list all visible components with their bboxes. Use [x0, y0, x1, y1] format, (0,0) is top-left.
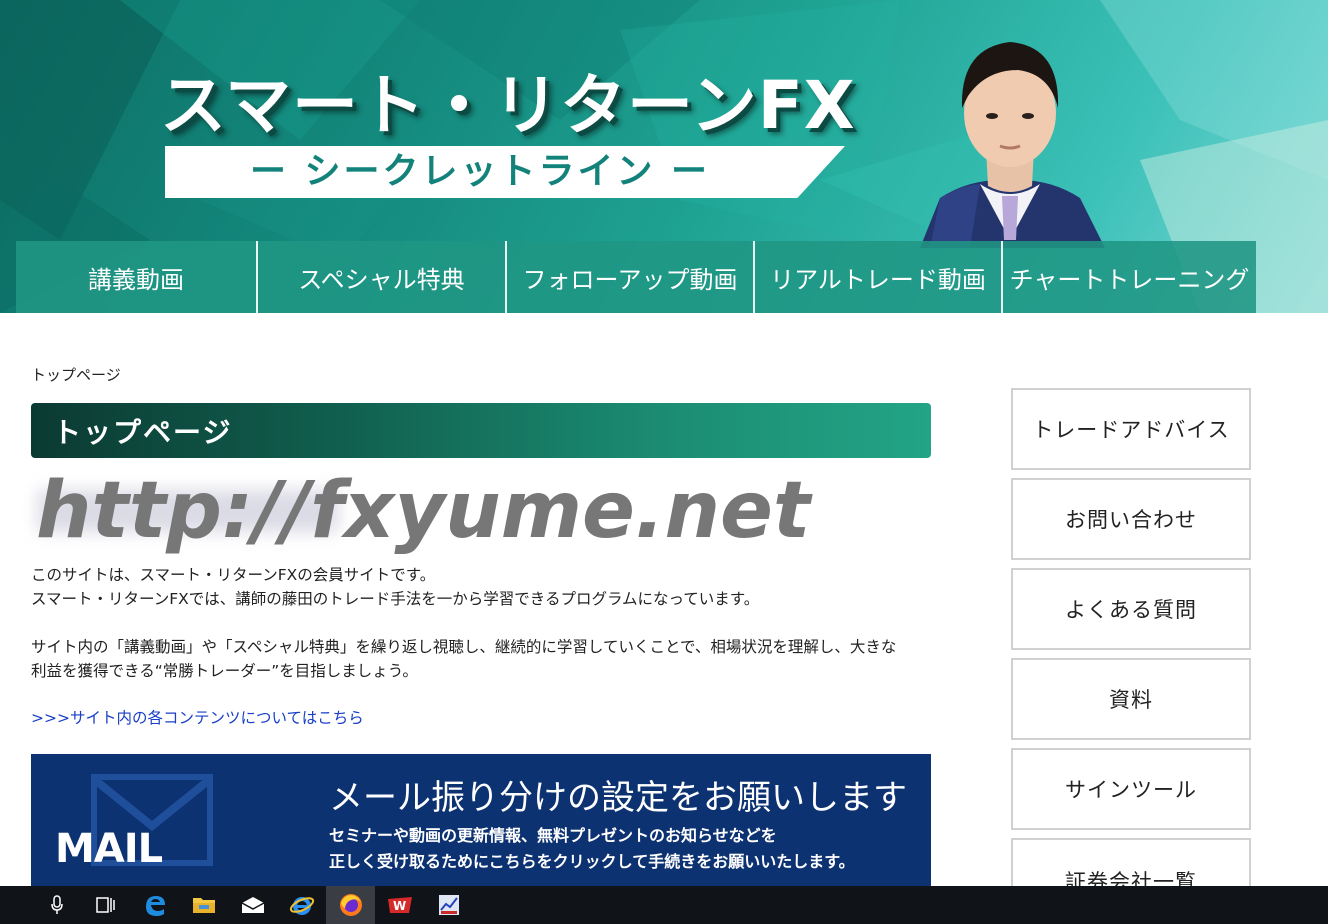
- nav-item-followup-videos[interactable]: フォローアップ動画: [507, 241, 755, 313]
- sidebar-item-faq[interactable]: よくある質問: [1011, 568, 1251, 650]
- nav-item-realtrade-videos[interactable]: リアルトレード動画: [755, 241, 1003, 313]
- nav-item-label: チャートトレーニング: [1009, 265, 1250, 294]
- mail-icon[interactable]: [228, 886, 277, 924]
- site-subtitle-band: ー シークレットライン ー: [165, 146, 845, 198]
- app-chart-icon[interactable]: [424, 886, 473, 924]
- nav-item-special-bonus[interactable]: スペシャル特典: [258, 241, 507, 313]
- page-title: トップページ: [53, 416, 233, 449]
- site-title-wrap: スマート・リターンFX: [160, 52, 860, 148]
- sidebar-item-label: お問い合わせ: [1065, 508, 1197, 532]
- main-nav: 講義動画 スペシャル特典 フォローアップ動画 リアルトレード動画 チャートトレー…: [16, 241, 1256, 313]
- sidebar-item-label: よくある質問: [1065, 598, 1197, 622]
- sidebar-item-trade-advice[interactable]: トレードアドバイス: [1011, 388, 1251, 470]
- nav-item-label: 講義動画: [88, 265, 184, 294]
- sidebar-item-label: トレードアドバイス: [1032, 418, 1230, 442]
- task-view-icon[interactable]: [81, 886, 130, 924]
- sidebar-item-label: サインツール: [1065, 778, 1197, 802]
- instructor-photo: [920, 42, 1105, 248]
- svg-text:W: W: [393, 899, 406, 913]
- nav-item-chart-training[interactable]: チャートトレーニング: [1003, 241, 1256, 313]
- intro-line-1: このサイトは、スマート・リターンFXの会員サイトです。: [31, 566, 436, 584]
- contents-info-link[interactable]: >>>サイト内の各コンテンツについてはこちら: [31, 706, 364, 728]
- sidebar-item-label: 資料: [1109, 688, 1153, 712]
- watermark-text: http://fxyume.net: [36, 466, 811, 556]
- nav-item-label: リアルトレード動画: [770, 265, 986, 294]
- firefox-icon[interactable]: [326, 886, 375, 924]
- site-title[interactable]: スマート・リターンFX: [160, 52, 860, 148]
- site-subtitle: ー シークレットライン ー: [249, 151, 711, 192]
- mail-banner-desc-2: 正しく受け取るためにこちらをクリックして手続きをお願いいたします。: [329, 852, 855, 871]
- nav-item-label: スペシャル特典: [298, 265, 465, 294]
- intro-line-2: スマート・リターンFXでは、講師の藤田のトレード手法を一から学習できるプログラム…: [31, 590, 760, 608]
- sidebar-item-materials[interactable]: 資料: [1011, 658, 1251, 740]
- nav-item-label: フォローアップ動画: [522, 265, 738, 294]
- mail-label: MAIL: [55, 826, 163, 872]
- mail-banner-desc-1: セミナーや動画の更新情報、無料プレゼントのお知らせなどを: [329, 826, 777, 845]
- mail-banner-title: メール振り分けの設定をお願いします: [329, 778, 907, 818]
- nav-item-lecture-videos[interactable]: 講義動画: [16, 241, 258, 313]
- intro-line-3: サイト内の「講義動画」や「スペシャル特典」を繰り返し視聴し、継続的に学習していく…: [31, 638, 897, 656]
- app-w-icon[interactable]: W: [375, 886, 424, 924]
- intro-line-4: 利益を獲得できる“常勝トレーダー”を目指しましょう。: [31, 662, 418, 680]
- microphone-icon[interactable]: [32, 886, 81, 924]
- file-explorer-icon[interactable]: [179, 886, 228, 924]
- breadcrumb[interactable]: トップページ: [31, 364, 121, 385]
- internet-explorer-icon[interactable]: [277, 886, 326, 924]
- windows-taskbar: W: [0, 886, 1328, 924]
- sidebar-item-contact[interactable]: お問い合わせ: [1011, 478, 1251, 560]
- mail-settings-banner[interactable]: MAIL メール振り分けの設定をお願いします セミナーや動画の更新情報、無料プレ…: [31, 754, 931, 886]
- sidebar-item-sign-tool[interactable]: サインツール: [1011, 748, 1251, 830]
- page-title-bar: トップページ: [31, 403, 931, 458]
- edge-icon[interactable]: [130, 886, 179, 924]
- site-header: スマート・リターンFX ー シークレットライン ー 講義動画 スペシャル特典 フ…: [0, 0, 1328, 313]
